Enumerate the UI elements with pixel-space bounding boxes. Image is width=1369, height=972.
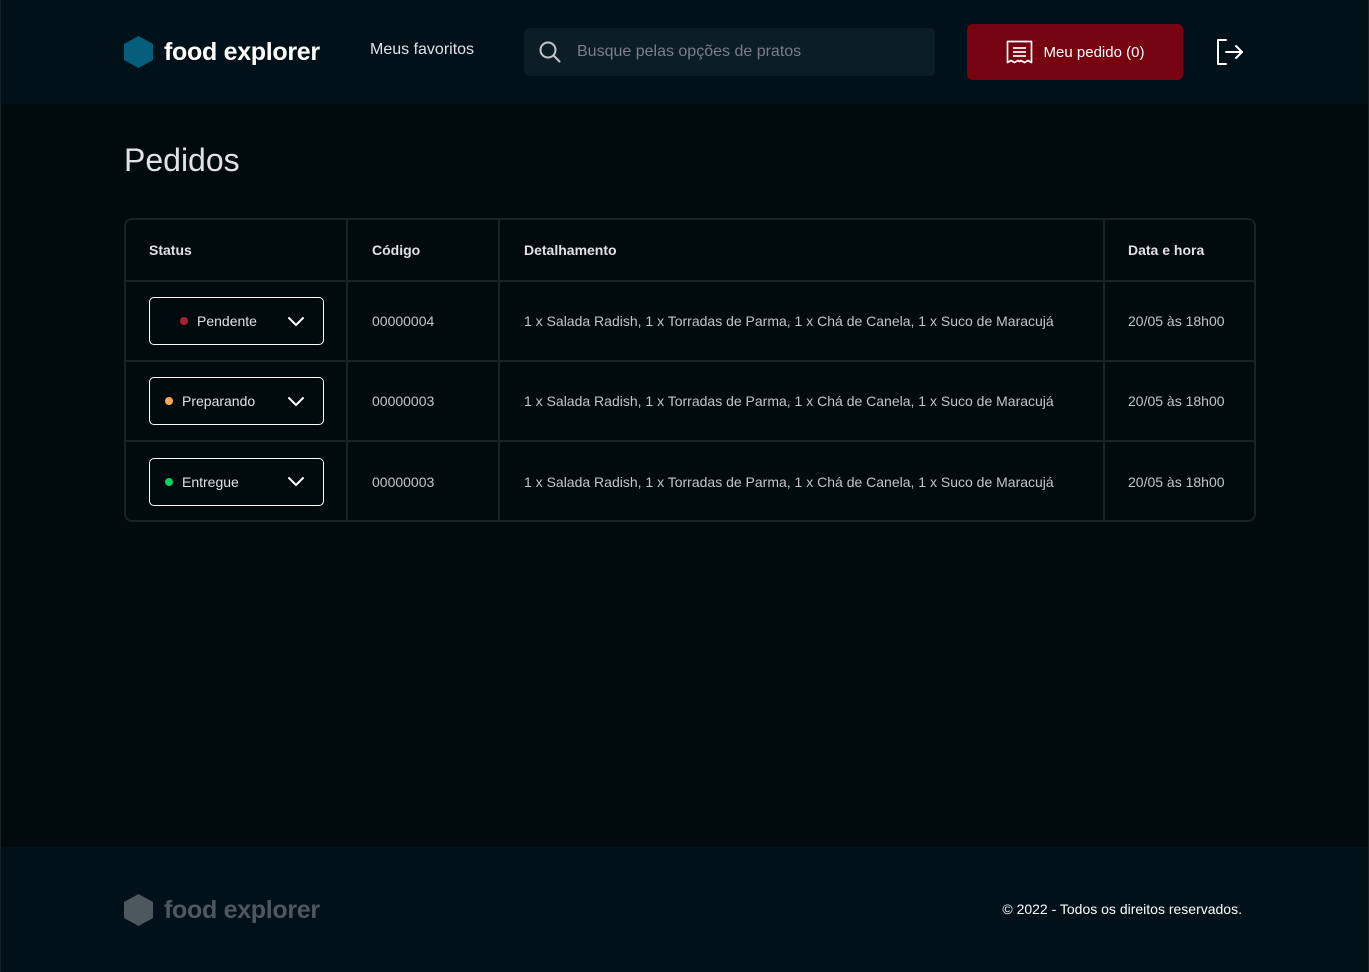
order-details: 1 x Salada Radish, 1 x Torradas de Parma… xyxy=(499,281,1105,362)
order-details: 1 x Salada Radish, 1 x Torradas de Parma… xyxy=(499,441,1105,520)
header-details: Detalhamento xyxy=(499,220,1105,282)
header-datetime: Data e hora xyxy=(1104,220,1254,282)
chevron-down-icon xyxy=(288,477,304,486)
table-row: Pendente 00000004 1 x Salada Radish, 1 x… xyxy=(126,281,1254,362)
status-value: Preparando xyxy=(165,393,255,409)
status-label: Pendente xyxy=(197,313,257,329)
my-order-button[interactable]: Meu pedido (0) xyxy=(967,24,1183,80)
status-label: Preparando xyxy=(182,393,256,409)
favorites-link[interactable]: Meus favoritos xyxy=(370,41,474,59)
my-order-label: Meu pedido (0) xyxy=(1043,43,1145,61)
footer: food explorer © 2022 - Todos os direitos… xyxy=(1,847,1368,972)
page-title: Pedidos xyxy=(124,142,240,178)
status-cell: Pendente xyxy=(126,281,348,362)
table-row: Preparando 00000003 1 x Salada Radish, 1… xyxy=(126,361,1254,442)
copyright-text: © 2022 - Todos os direitos reservados. xyxy=(1002,901,1242,917)
status-select[interactable]: Preparando xyxy=(149,377,324,425)
sign-out-icon[interactable] xyxy=(1215,38,1245,66)
table-row: Entregue 00000003 1 x Salada Radish, 1 x… xyxy=(126,441,1254,520)
app-frame: food explorer Meus favoritos Meu pedido … xyxy=(0,0,1369,972)
table-header-row: Status Código Detalhamento Data e hora xyxy=(126,220,1254,282)
footer-brand-name: food explorer xyxy=(164,895,320,924)
order-code: 00000003 xyxy=(347,441,500,520)
header: food explorer Meus favoritos Meu pedido … xyxy=(1,0,1368,104)
footer-brand-logo: food explorer xyxy=(124,894,320,926)
status-select[interactable]: Pendente xyxy=(149,297,324,345)
status-dot-icon xyxy=(165,477,173,486)
order-details: 1 x Salada Radish, 1 x Torradas de Parma… xyxy=(499,361,1105,442)
search-input[interactable] xyxy=(577,43,897,61)
search-bar[interactable] xyxy=(524,28,935,76)
hexagon-logo-icon xyxy=(124,894,153,926)
status-dot-icon xyxy=(180,317,188,325)
status-value: Entregue xyxy=(165,474,239,490)
status-value: Pendente xyxy=(165,313,257,329)
header-status: Status xyxy=(126,220,348,282)
order-code: 00000004 xyxy=(347,281,500,362)
search-icon xyxy=(539,41,561,63)
brand-name: food explorer xyxy=(164,37,320,66)
header-code: Código xyxy=(347,220,500,282)
order-datetime: 20/05 às 18h00 xyxy=(1128,473,1225,490)
brand-logo[interactable]: food explorer xyxy=(124,36,320,68)
status-select[interactable]: Entregue xyxy=(149,457,324,506)
chevron-down-icon xyxy=(288,396,304,406)
hexagon-logo-icon xyxy=(124,36,153,68)
status-cell: Preparando xyxy=(126,361,348,442)
status-label: Entregue xyxy=(182,473,239,490)
chevron-down-icon xyxy=(288,316,304,326)
order-code: 00000003 xyxy=(347,361,500,442)
order-datetime: 20/05 às 18h00 xyxy=(1104,281,1254,362)
receipt-icon xyxy=(1006,40,1032,64)
status-dot-icon xyxy=(165,397,173,405)
status-cell: Entregue xyxy=(126,441,348,520)
order-datetime: 20/05 às 18h00 xyxy=(1104,361,1254,442)
orders-table: Status Código Detalhamento Data e hora P… xyxy=(124,218,1256,522)
